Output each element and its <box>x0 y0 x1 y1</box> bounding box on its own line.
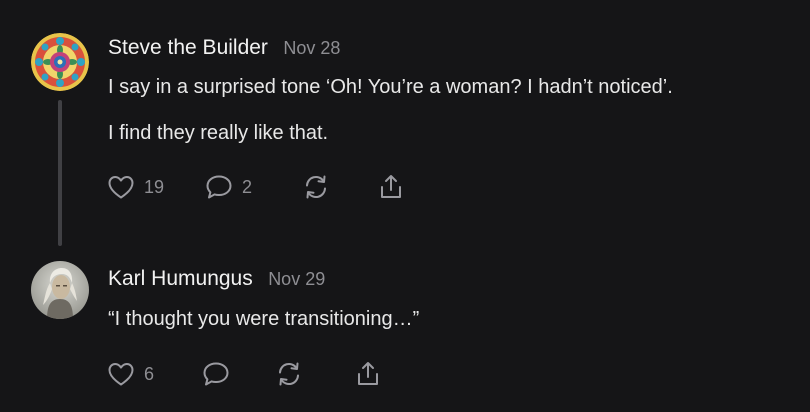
comment-body-line: I say in a surprised tone ‘Oh! You’re a … <box>108 76 673 98</box>
share-button[interactable] <box>376 173 406 201</box>
heart-icon <box>108 363 134 386</box>
author-name[interactable]: Steve the Builder <box>108 36 268 59</box>
comment: Steve the Builder Nov 28 I say in a surp… <box>0 0 810 250</box>
reply-button[interactable] <box>201 360 231 388</box>
comment-body-line: I find they really like that. <box>108 122 329 144</box>
heart-icon <box>108 176 134 199</box>
comment-header: Karl Humungus Nov 29 <box>108 267 325 291</box>
restack-icon <box>279 362 299 386</box>
reply-button[interactable]: 2 <box>204 173 252 201</box>
share-icon <box>358 362 378 385</box>
reply-count: 2 <box>242 176 253 197</box>
restack-icon <box>306 175 326 199</box>
mandala-avatar-icon <box>31 33 89 91</box>
speech-bubble-icon <box>206 175 232 199</box>
like-count: 6 <box>144 363 155 384</box>
restack-button[interactable] <box>274 360 304 388</box>
like-count: 19 <box>144 176 165 197</box>
comment-date[interactable]: Nov 28 <box>283 38 340 58</box>
like-button[interactable]: 19 <box>106 173 164 201</box>
comment-header: Steve the Builder Nov 28 <box>108 36 340 60</box>
comment-body-line: “I thought you were transitioning…” <box>108 308 420 330</box>
like-button[interactable]: 6 <box>106 360 154 388</box>
comment-date[interactable]: Nov 29 <box>268 269 325 289</box>
share-icon <box>381 175 401 198</box>
restack-button[interactable] <box>301 173 331 201</box>
thread-line <box>58 100 62 246</box>
user-avatar[interactable] <box>31 261 89 319</box>
user-avatar[interactable] <box>31 33 89 91</box>
photo-avatar-icon <box>31 261 89 319</box>
author-name[interactable]: Karl Humungus <box>108 267 253 290</box>
comment: Karl Humungus Nov 29 “I thought you were… <box>0 250 810 412</box>
share-button[interactable] <box>353 360 383 388</box>
speech-bubble-icon <box>203 362 229 386</box>
